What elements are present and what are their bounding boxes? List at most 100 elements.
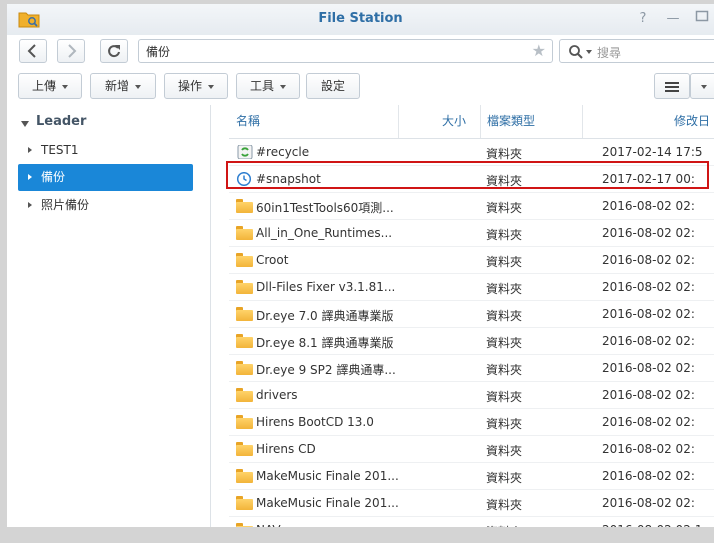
tools-label: 工具	[249, 79, 274, 93]
column-header-name[interactable]: 名稱	[229, 105, 399, 138]
snapshot-row-highlight	[226, 161, 709, 189]
file-modified: 2016-08-02 02:	[602, 280, 695, 294]
file-name: Dr.eye 9 SP2 譯典通專...	[256, 363, 396, 377]
file-modified: 2017-02-14 17:5	[602, 145, 703, 159]
favorite-star-icon[interactable]: ★	[532, 41, 546, 60]
folder-icon	[236, 334, 254, 348]
file-type: 資料夾	[486, 417, 523, 431]
table-row[interactable]: Dr.eye 7.0 譯典通專業版 資料夾 2016-08-02 02:	[229, 301, 714, 328]
settings-button[interactable]: 設定	[306, 73, 360, 99]
tree-item-label: 備份	[41, 170, 66, 184]
table-row[interactable]: MakeMusic Finale 201... 資料夾 2016-08-02 02:	[229, 463, 714, 490]
table-row[interactable]: Dr.eye 8.1 譯典通專業版 資料夾 2016-08-02 02:	[229, 328, 714, 355]
maximize-button[interactable]	[693, 9, 711, 27]
refresh-button[interactable]	[100, 39, 128, 63]
tree-item-label: 照片備份	[41, 198, 90, 212]
chevron-left-icon	[27, 44, 36, 58]
title-bar: File Station ? —	[7, 4, 714, 35]
expand-arrow-icon[interactable]	[28, 174, 32, 180]
folder-icon	[236, 253, 254, 267]
navigation-bar: 備份 ★ 搜尋	[7, 35, 714, 71]
file-type: 資料夾	[486, 147, 523, 161]
table-row[interactable]: Hirens CD 資料夾 2016-08-02 02:	[229, 436, 714, 463]
upload-button[interactable]: 上傳	[18, 73, 82, 99]
search-input[interactable]: 搜尋	[559, 39, 714, 63]
table-row[interactable]: MakeMusic Finale 201... 資料夾 2016-08-02 02:	[229, 490, 714, 517]
file-name: Dr.eye 8.1 譯典通專業版	[256, 336, 394, 350]
create-button[interactable]: 新增	[90, 73, 156, 99]
back-button[interactable]	[19, 39, 47, 63]
file-modified: 2016-08-02 02:	[602, 496, 695, 510]
file-type: 資料夾	[486, 523, 522, 527]
file-station-window: File Station ? — 備份 ★ 搜尋 上傳 新增 操作 工具 設定 …	[7, 4, 714, 527]
search-dropdown-caret-icon[interactable]	[586, 50, 592, 54]
file-modified: 2016-08-02 02:	[602, 226, 695, 240]
file-modified: 2016-08-02 02:	[602, 469, 695, 483]
tree-root-leader[interactable]: Leader	[36, 114, 86, 129]
minimize-button[interactable]: —	[664, 10, 682, 28]
file-modified: 2016-08-02 02:	[602, 442, 695, 456]
file-modified: 2016-08-02 02:	[602, 415, 695, 429]
table-row[interactable]: Dr.eye 9 SP2 譯典通專... 資料夾 2016-08-02 02:	[229, 355, 714, 382]
folder-icon	[236, 415, 254, 429]
file-name: Hirens BootCD 13.0	[256, 415, 374, 429]
tools-button[interactable]: 工具	[236, 73, 300, 99]
column-header-size[interactable]: 大小	[399, 105, 481, 138]
file-type: 資料夾	[486, 444, 523, 458]
folder-icon	[236, 280, 254, 294]
table-row[interactable]: All_in_One_Runtimes... 資料夾 2016-08-02 02:	[229, 220, 714, 247]
path-field[interactable]: 備份 ★	[138, 39, 553, 63]
table-row[interactable]: 60in1TestTools60項測... 資料夾 2016-08-02 02:	[229, 193, 714, 220]
file-name: Dr.eye 7.0 譯典通專業版	[256, 309, 394, 323]
caret-down-icon	[135, 84, 141, 89]
table-row[interactable]: NAV 資料夾 2016-08-02 02:1	[229, 517, 714, 527]
expand-arrow-icon[interactable]	[28, 202, 32, 208]
search-icon	[569, 45, 583, 59]
file-type: 資料夾	[486, 309, 523, 323]
recycle-icon	[237, 145, 253, 159]
file-name: MakeMusic Finale 201...	[256, 496, 399, 510]
file-name: Dll-Files Fixer v3.1.81...	[256, 280, 396, 294]
file-type: 資料夾	[486, 363, 523, 377]
help-button[interactable]: ?	[634, 10, 652, 28]
tree-collapse-icon[interactable]	[20, 120, 30, 128]
search-placeholder: 搜尋	[597, 46, 622, 60]
tree-item-test1[interactable]: TEST1	[18, 137, 193, 164]
forward-button[interactable]	[57, 39, 85, 63]
tree-item-photo-backup[interactable]: 照片備份	[18, 192, 193, 219]
folder-icon	[236, 496, 254, 510]
table-row[interactable]: Croot 資料夾 2016-08-02 02:	[229, 247, 714, 274]
table-row[interactable]: Hirens BootCD 13.0 資料夾 2016-08-02 02:	[229, 409, 714, 436]
file-type: 資料夾	[486, 255, 523, 269]
chevron-right-icon	[68, 44, 77, 58]
file-name: Croot	[256, 253, 289, 267]
expand-arrow-icon[interactable]	[28, 147, 32, 153]
list-view-icon	[665, 81, 679, 92]
view-mode-button[interactable]	[654, 73, 690, 99]
column-header-type[interactable]: 檔案類型	[481, 105, 583, 138]
column-header-modified[interactable]: 修改日	[583, 105, 714, 138]
file-name: All_in_One_Runtimes...	[256, 226, 393, 240]
file-name: MakeMusic Finale 201...	[256, 469, 399, 483]
folder-icon	[236, 523, 254, 527]
tree-item-backup[interactable]: 備份	[18, 164, 193, 191]
file-type: 資料夾	[486, 336, 523, 350]
settings-label: 設定	[320, 79, 345, 93]
table-row[interactable]: Dll-Files Fixer v3.1.81... 資料夾 2016-08-02 …	[229, 274, 714, 301]
folder-tree: Leader TEST1 備份 照片備份	[7, 105, 211, 527]
caret-down-icon	[62, 84, 68, 89]
file-type: 資料夾	[486, 390, 523, 404]
file-modified: 2016-08-02 02:	[602, 253, 695, 267]
caret-down-icon	[701, 84, 707, 89]
file-type: 資料夾	[486, 282, 523, 296]
file-name: #recycle	[256, 145, 310, 159]
action-button[interactable]: 操作	[164, 73, 228, 99]
file-modified: 2016-08-02 02:	[602, 199, 695, 213]
folder-icon	[236, 361, 254, 375]
table-row[interactable]: drivers 資料夾 2016-08-02 02:	[229, 382, 714, 409]
file-modified: 2016-08-02 02:1	[602, 523, 703, 527]
file-type: 資料夾	[486, 228, 523, 242]
caret-down-icon	[280, 84, 286, 89]
file-type: 資料夾	[486, 471, 523, 485]
view-options-dropdown[interactable]	[690, 73, 714, 99]
